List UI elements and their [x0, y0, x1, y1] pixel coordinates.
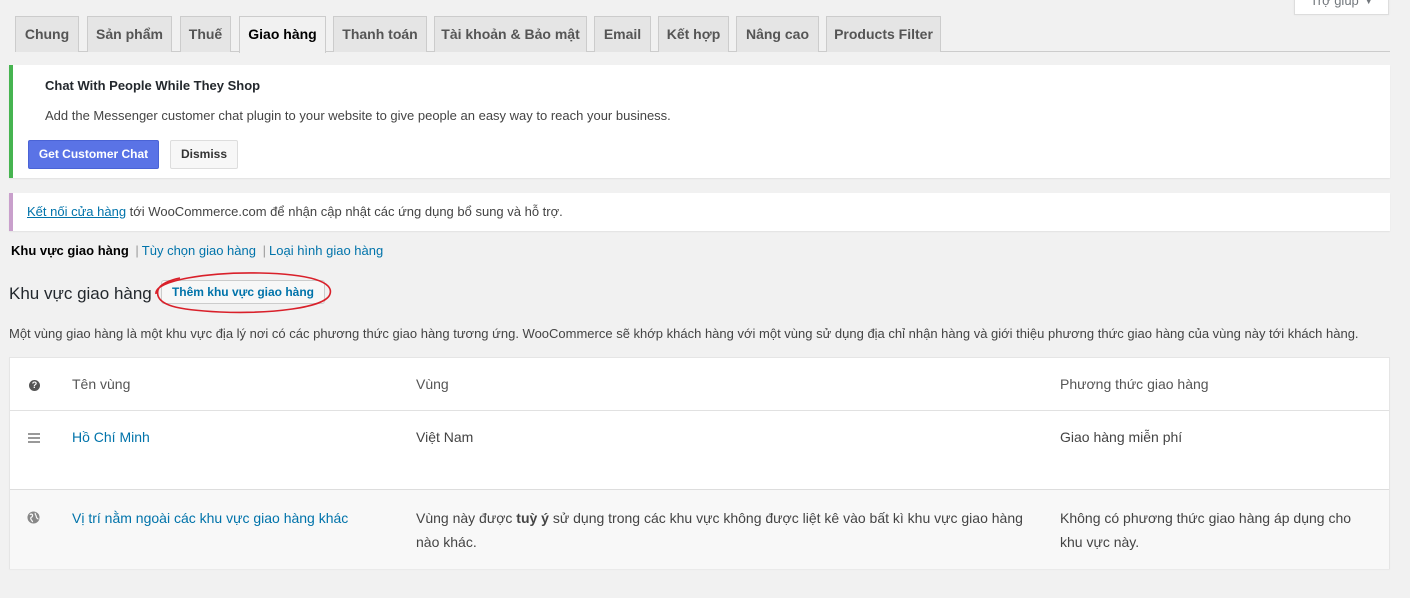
- shipping-subnav: Khu vực giao hàng | Tùy chọn giao hàng | L…: [11, 243, 383, 258]
- zone-methods: Giao hàng miễn phí: [1060, 429, 1183, 445]
- help-tab[interactable]: Trợ giúp ▼: [1294, 0, 1389, 15]
- notice-text: Add the Messenger customer chat plugin t…: [45, 108, 671, 123]
- table-row: Hồ Chí Minh Việt Nam Giao hàng miễn phí: [10, 411, 1389, 490]
- region-text-bold: tuỳ ý: [516, 510, 549, 526]
- tab-accounts-privacy[interactable]: Tài khoản & Bảo mật: [434, 16, 587, 52]
- tab-advanced[interactable]: Nâng cao: [736, 16, 819, 52]
- rest-of-world-methods: Không có phương thức giao hàng áp dụng c…: [1060, 510, 1352, 550]
- messenger-notice: Chat With People While They Shop Add the…: [9, 65, 1390, 178]
- dismiss-button[interactable]: Dismiss: [170, 140, 238, 169]
- subnav-shipping-options[interactable]: Tùy chọn giao hàng: [142, 243, 256, 258]
- connect-store-text: tới WooCommerce.com để nhận cập nhật các…: [126, 204, 563, 219]
- column-zone-name: Tên vùng: [72, 376, 131, 392]
- tab-shipping[interactable]: Giao hàng: [239, 16, 326, 53]
- get-customer-chat-button[interactable]: Get Customer Chat: [28, 140, 159, 169]
- tab-integration[interactable]: Kết hợp: [658, 16, 729, 52]
- region-text-before: Vùng này được: [416, 510, 517, 526]
- caret-down-icon: ▼: [1364, 0, 1373, 6]
- tab-tax[interactable]: Thuế: [180, 16, 231, 52]
- page-title: Khu vực giao hàng: [9, 284, 152, 303]
- subnav-separator: |: [262, 243, 266, 258]
- connect-store-link[interactable]: Kết nối cửa hàng: [27, 204, 126, 219]
- help-tab-label: Trợ giúp: [1310, 0, 1359, 8]
- tab-products-filter[interactable]: Products Filter: [826, 16, 941, 52]
- subnav-shipping-zones[interactable]: Khu vực giao hàng: [11, 243, 129, 258]
- tab-general[interactable]: Chung: [15, 16, 79, 52]
- help-icon[interactable]: ?: [29, 380, 40, 391]
- table-row: Vị trí nằm ngoài các khu vực giao hàng k…: [10, 490, 1389, 569]
- tab-payments[interactable]: Thanh toán: [333, 16, 427, 52]
- add-shipping-zone-button[interactable]: Thêm khu vực giao hàng: [161, 280, 325, 304]
- zone-name-link[interactable]: Hồ Chí Minh: [72, 429, 150, 445]
- settings-tabs: Chung Sản phẩm Thuế Giao hàng Thanh toán…: [15, 16, 1390, 53]
- shipping-zones-table: ? Tên vùng Vùng Phương thức giao hàng Hồ…: [9, 357, 1390, 569]
- column-shipping-methods: Phương thức giao hàng: [1060, 376, 1209, 392]
- subnav-shipping-classes[interactable]: Loại hình giao hàng: [269, 243, 383, 258]
- table-header: ? Tên vùng Vùng Phương thức giao hàng: [10, 358, 1389, 411]
- rest-of-world-zone-link[interactable]: Vị trí nằm ngoài các khu vực giao hàng k…: [72, 506, 348, 530]
- shipping-zones-description: Một vùng giao hàng là một khu vực địa lý…: [9, 326, 1359, 341]
- rest-of-world-region: Vùng này được tuỳ ý sử dụng trong các kh…: [416, 506, 1036, 554]
- column-region: Vùng: [416, 376, 449, 392]
- connect-store-notice: Kết nối cửa hàng tới WooCommerce.com để …: [9, 193, 1390, 231]
- zone-region: Việt Nam: [416, 429, 474, 445]
- tab-email[interactable]: Email: [594, 16, 651, 52]
- subnav-separator: |: [135, 243, 139, 258]
- globe-icon: [27, 511, 40, 524]
- tab-products[interactable]: Sản phẩm: [87, 16, 172, 52]
- drag-handle-icon[interactable]: [28, 433, 40, 443]
- notice-title: Chat With People While They Shop: [45, 78, 261, 93]
